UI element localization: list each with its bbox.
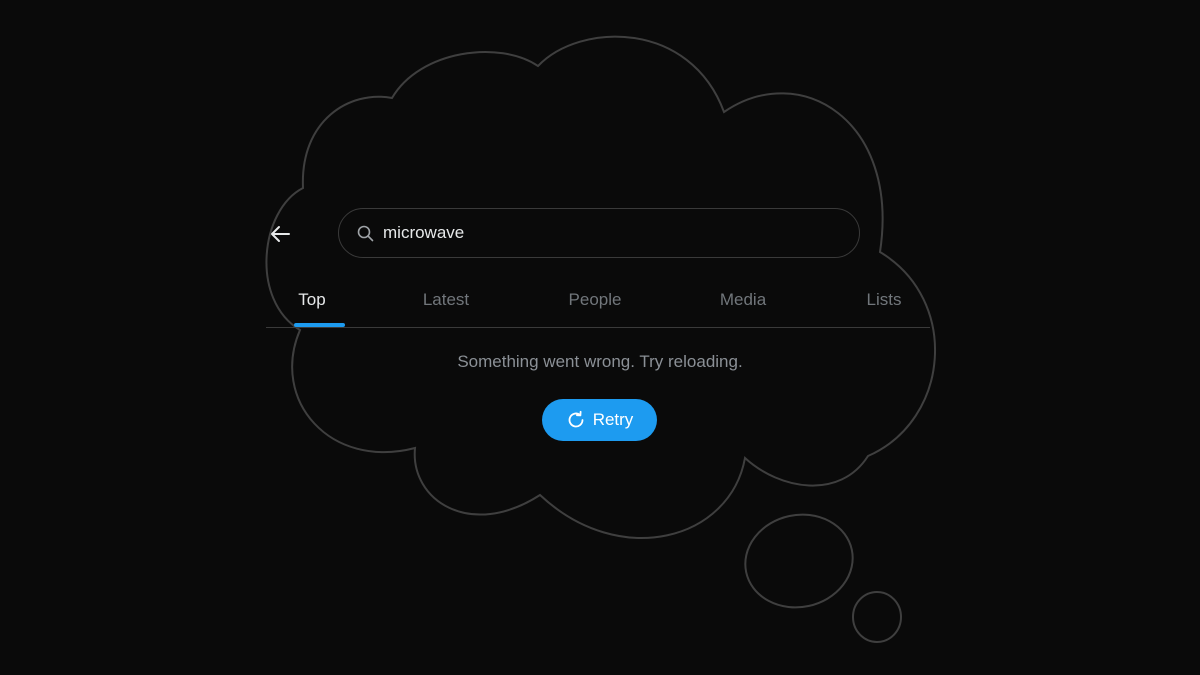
- tab-lists[interactable]: Lists: [854, 272, 914, 328]
- back-button[interactable]: [266, 220, 294, 248]
- tabs-divider: [266, 327, 930, 328]
- tab-top[interactable]: Top: [274, 272, 350, 328]
- refresh-icon: [566, 410, 586, 430]
- thought-bubble-illustration: Top Latest People Media Lists Something …: [0, 0, 1200, 675]
- arrow-left-icon: [271, 226, 290, 242]
- tab-people[interactable]: People: [556, 272, 634, 328]
- retry-button[interactable]: Retry: [542, 399, 657, 441]
- tab-media[interactable]: Media: [706, 272, 780, 328]
- search-icon: [357, 224, 375, 242]
- tab-latest[interactable]: Latest: [406, 272, 486, 328]
- retry-label: Retry: [592, 410, 634, 429]
- search-bar[interactable]: [338, 208, 860, 258]
- search-tabs: Top Latest People Media Lists: [266, 272, 930, 328]
- error-message: Something went wrong. Try reloading.: [457, 352, 743, 371]
- thought-cloud-outline: [265, 35, 936, 643]
- search-input[interactable]: [383, 223, 859, 243]
